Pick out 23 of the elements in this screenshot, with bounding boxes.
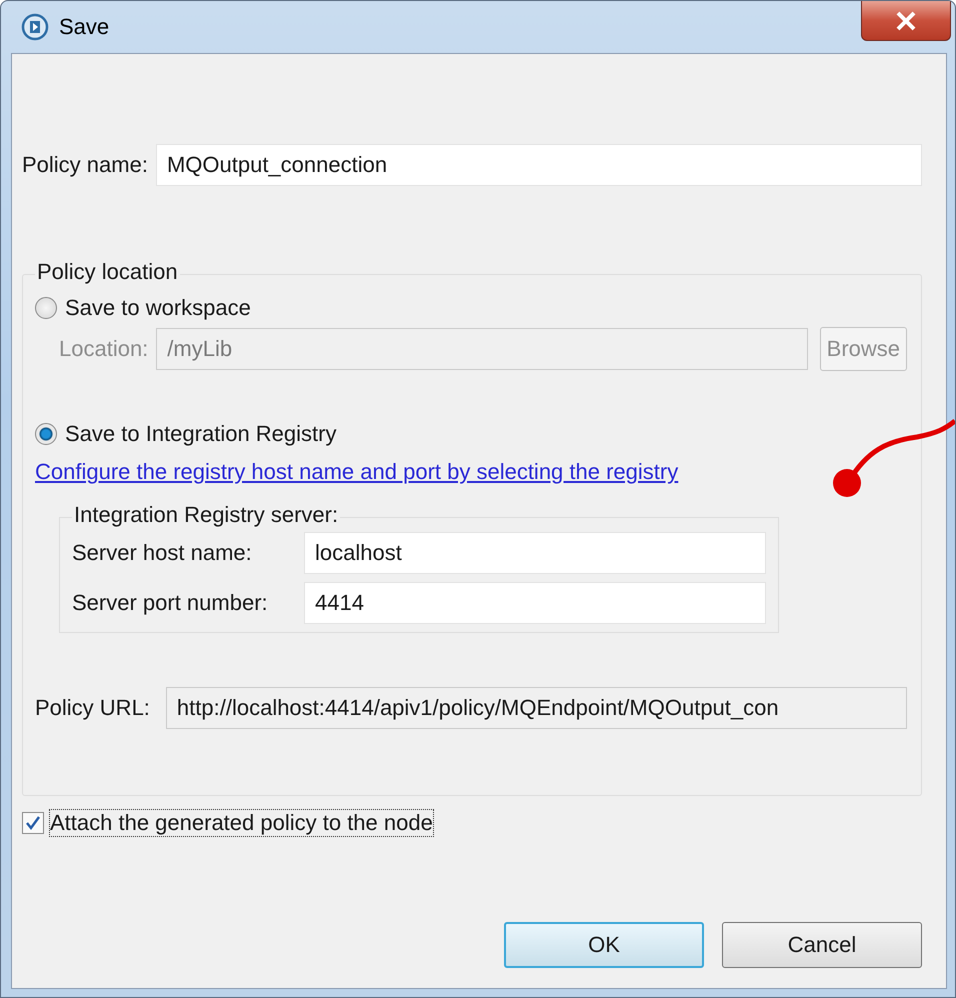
dialog-button[interactable]: Cancel bbox=[722, 922, 922, 968]
location-label: Location: bbox=[59, 336, 148, 362]
checkbox-label: Attach the generated policy to the node bbox=[50, 810, 433, 836]
policy-name-field[interactable]: MQOutput_connection bbox=[156, 144, 922, 186]
window-title: Save bbox=[59, 14, 110, 40]
close-icon bbox=[894, 10, 918, 30]
checkbox[interactable] bbox=[22, 812, 44, 834]
policy-name-label: Policy name: bbox=[22, 152, 148, 178]
policy-url-field[interactable]: http://localhost:4414/apiv1/policy/MQEndpoint/MQOutput_con bbox=[166, 687, 907, 729]
radio-button[interactable] bbox=[35, 423, 57, 445]
field-label: Server port number: bbox=[72, 590, 269, 616]
dialog-button[interactable]: OK bbox=[504, 922, 704, 968]
field-label: Server host name: bbox=[72, 540, 253, 566]
text-field[interactable]: 4414 bbox=[304, 582, 766, 624]
policy-url-label: Policy URL: bbox=[35, 695, 150, 721]
registry-link[interactable]: Configure the registry host name and port by selecting the registry bbox=[35, 459, 678, 484]
radio-button[interactable] bbox=[35, 297, 57, 319]
radio-label: Save to workspace bbox=[65, 295, 251, 321]
text-field[interactable]: localhost bbox=[304, 532, 766, 574]
app-icon bbox=[21, 13, 49, 41]
close-button[interactable] bbox=[861, 1, 951, 41]
check-icon bbox=[25, 815, 41, 831]
radio-label: Save to Integration Registry bbox=[65, 421, 336, 447]
